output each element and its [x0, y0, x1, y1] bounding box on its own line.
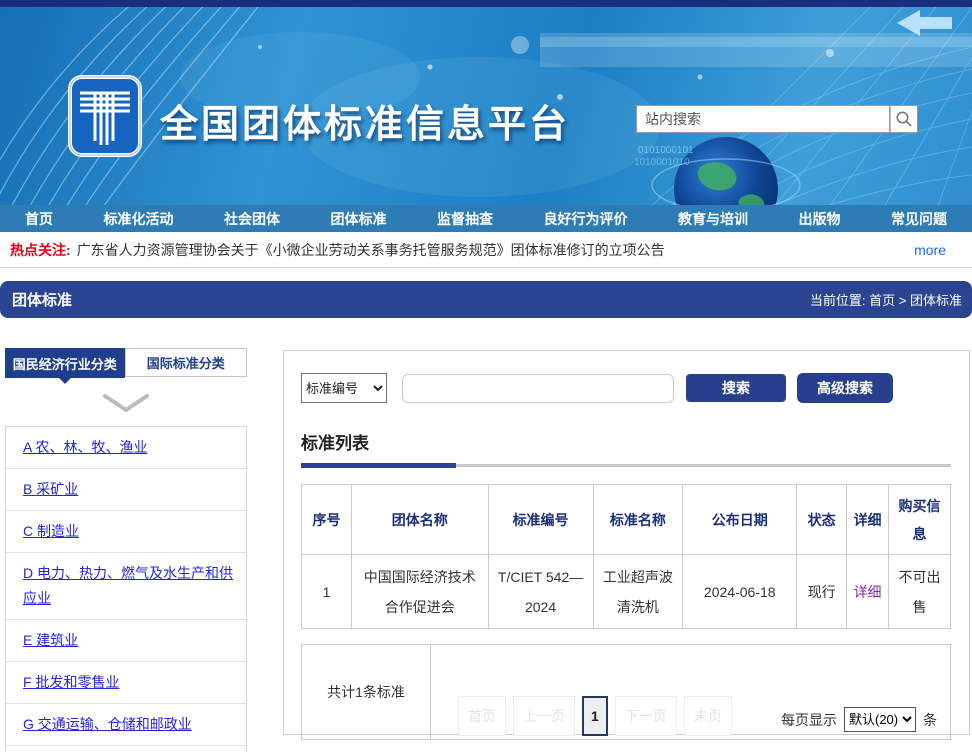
category-link-f[interactable]: F 批发和零售业 — [23, 674, 119, 690]
nav-item-supervision[interactable]: 监督抽查 — [437, 209, 493, 229]
total-count: 共计1条标准 — [302, 645, 431, 739]
pagination-next-button[interactable]: 下一页 — [615, 696, 677, 736]
col-header-std-no: 标准编号 — [488, 485, 593, 555]
main-nav: 首页 标准化活动 社会团体 团体标准 监督抽查 良好行为评价 教育与培训 出版物… — [0, 205, 972, 232]
cell-std-name: 工业超声波清洗机 — [593, 555, 683, 629]
search-button[interactable]: 搜索 — [686, 374, 786, 402]
tab-national-economy-classification[interactable]: 国民经济行业分类 — [5, 348, 125, 378]
table-row: 1 中国国际经济技术合作促进会 T/CIET 542—2024 工业超声波清洗机… — [302, 555, 951, 629]
detail-link[interactable]: 详细 — [854, 584, 882, 600]
category-list: A 农、林、牧、渔业 B 采矿业 C 制造业 D 电力、热力、燃气及水生产和供应… — [5, 426, 247, 752]
page-size-unit: 条 — [923, 710, 937, 730]
cell-std-no: T/CIET 542—2024 — [488, 555, 593, 629]
cell-org: 中国国际经济技术合作促进会 — [351, 555, 488, 629]
breadcrumb-home-link[interactable]: 首页 — [869, 293, 895, 308]
category-link-c[interactable]: C 制造业 — [23, 523, 79, 539]
site-search-input[interactable] — [636, 105, 890, 133]
banner: 0101000101 1010001010 全国团体标准信息平台 — [0, 7, 972, 205]
cell-pub-date: 2024-06-18 — [683, 555, 797, 629]
category-link-e[interactable]: E 建筑业 — [23, 632, 78, 648]
standards-table: 序号 团体名称 标准编号 标准名称 公布日期 状态 详细 购买信息 1 中国国际… — [301, 484, 951, 629]
hot-news-bar: 热点关注: 广东省人力资源管理协会关于《小微企业劳动关系事务托管服务规范》团体标… — [0, 232, 972, 268]
svg-text:1010001010: 1010001010 — [634, 157, 690, 168]
hot-news-link[interactable]: 广东省人力资源管理协会关于《小微企业劳动关系事务托管服务规范》团体标准修订的立项… — [77, 240, 914, 260]
site-search-button[interactable] — [890, 105, 918, 133]
standard-search-input[interactable] — [402, 374, 674, 403]
category-sidebar: 国民经济行业分类 国际标准分类 A 农、林、牧、渔业 B 采矿业 C 制造业 D… — [5, 348, 247, 752]
category-link-b[interactable]: B 采矿业 — [23, 481, 78, 497]
page-title: 团体标准 — [12, 289, 72, 310]
standard-search-form: 标准编号 搜索 高级搜索 — [301, 373, 952, 403]
site-title: 全国团体标准信息平台 — [160, 93, 570, 148]
top-strip — [0, 0, 972, 7]
page-size-control: 每页显示 默认(20) 条 — [781, 707, 937, 732]
cell-status: 现行 — [797, 555, 847, 629]
nav-item-education-training[interactable]: 教育与培训 — [678, 209, 748, 229]
more-link[interactable]: more — [914, 242, 946, 258]
breadcrumb-label: 当前位置: — [810, 293, 866, 308]
nav-item-standardization-activities[interactable]: 标准化活动 — [104, 209, 174, 229]
table-header-row: 序号 团体名称 标准编号 标准名称 公布日期 状态 详细 购买信息 — [302, 485, 951, 555]
breadcrumb-current-link[interactable]: 团体标准 — [910, 293, 962, 308]
col-header-purchase: 购买信息 — [889, 485, 951, 555]
cell-detail: 详细 — [847, 555, 889, 629]
hot-news-label: 热点关注: — [10, 240, 71, 260]
advanced-search-button[interactable]: 高级搜索 — [797, 373, 893, 403]
svg-text:0101000101: 0101000101 — [638, 145, 694, 156]
list-item: D 电力、热力、燃气及水生产和供应业 — [6, 553, 246, 620]
tab-international-standard-classification[interactable]: 国际标准分类 — [125, 348, 247, 377]
col-header-std-name: 标准名称 — [593, 485, 683, 555]
table-footer: 共计1条标准 首页 上一页 1 下一页 末页 每页显示 默认(20) — [301, 644, 951, 740]
list-item: E 建筑业 — [6, 620, 246, 662]
title-underline — [301, 464, 951, 467]
search-field-select[interactable]: 标准编号 — [301, 373, 387, 403]
page: 0101000101 1010001010 全国团体标准信息平台 首页 标准化活 — [0, 0, 972, 752]
category-tabs: 国民经济行业分类 国际标准分类 — [5, 348, 247, 378]
nav-item-social-organizations[interactable]: 社会团体 — [224, 209, 280, 229]
standards-panel: 标准编号 搜索 高级搜索 标准列表 序号 团体名称 标准编号 — [283, 350, 970, 735]
pagination-first-button[interactable]: 首页 — [458, 696, 506, 736]
pagination-prev-button[interactable]: 上一页 — [513, 696, 575, 736]
nav-item-home[interactable]: 首页 — [25, 209, 53, 229]
section-header-bar: 团体标准 当前位置: 首页 > 团体标准 — [0, 281, 972, 318]
category-link-a[interactable]: A 农、林、牧、渔业 — [23, 439, 147, 455]
pagination: 首页 上一页 1 下一页 末页 — [458, 696, 732, 736]
category-link-d[interactable]: D 电力、热力、燃气及水生产和供应业 — [23, 565, 233, 606]
col-header-status: 状态 — [797, 485, 847, 555]
list-item: F 批发和零售业 — [6, 662, 246, 704]
pagination-current-page[interactable]: 1 — [582, 696, 608, 736]
chevron-down-icon — [102, 393, 150, 418]
pagination-area: 首页 上一页 1 下一页 末页 每页显示 默认(20) 条 — [431, 645, 950, 739]
cell-purchase: 不可出售 — [889, 555, 951, 629]
list-item: C 制造业 — [6, 511, 246, 553]
col-header-pub-date: 公布日期 — [683, 485, 797, 555]
nav-item-group-standards[interactable]: 团体标准 — [331, 209, 387, 229]
col-header-org: 团体名称 — [351, 485, 488, 555]
list-item: A 农、林、牧、渔业 — [6, 427, 246, 469]
list-item: B 采矿业 — [6, 469, 246, 511]
nav-item-publications[interactable]: 出版物 — [799, 209, 841, 229]
pagination-last-button[interactable]: 末页 — [684, 696, 732, 736]
site-search — [636, 105, 918, 133]
page-size-label: 每页显示 — [781, 710, 837, 730]
category-link-g[interactable]: G 交通运输、仓储和邮政业 — [23, 716, 192, 732]
col-header-detail: 详细 — [847, 485, 889, 555]
page-size-select[interactable]: 默认(20) — [844, 707, 916, 732]
list-item: G 交通运输、仓储和邮政业 — [6, 704, 246, 746]
cell-index: 1 — [302, 555, 352, 629]
content-area: 国民经济行业分类 国际标准分类 A 农、林、牧、渔业 B 采矿业 C 制造业 D… — [0, 318, 972, 752]
breadcrumb-separator: > — [899, 293, 907, 308]
platform-logo[interactable] — [68, 75, 142, 157]
nav-item-good-behavior[interactable]: 良好行为评价 — [544, 209, 628, 229]
standard-list-title: 标准列表 — [301, 429, 952, 454]
col-header-index: 序号 — [302, 485, 352, 555]
breadcrumb: 当前位置: 首页 > 团体标准 — [810, 290, 962, 309]
nav-item-faq[interactable]: 常见问题 — [891, 209, 947, 229]
search-icon — [895, 110, 913, 128]
